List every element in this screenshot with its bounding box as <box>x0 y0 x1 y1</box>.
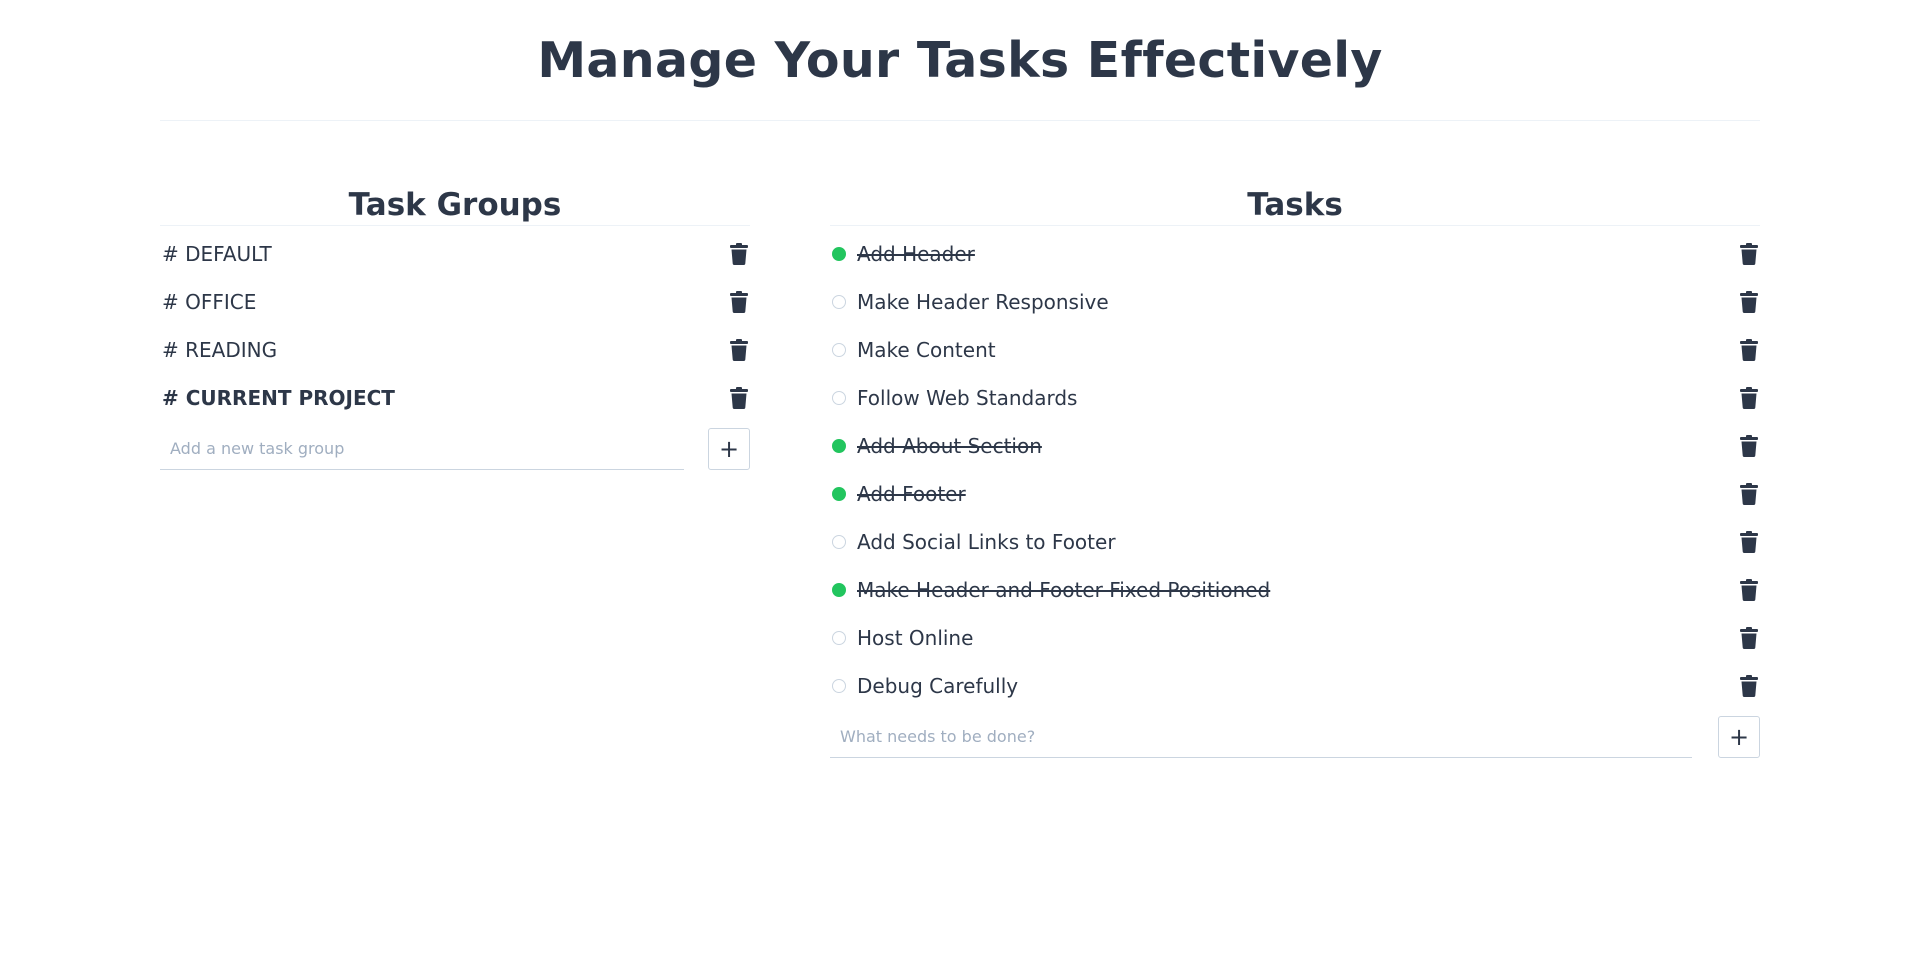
task-label: Make Header Responsive <box>857 290 1109 314</box>
task-item: Make Content <box>830 326 1760 374</box>
task-group-input[interactable] <box>160 428 684 470</box>
task-label: Host Online <box>857 626 974 650</box>
task-group-label[interactable]: # DEFAULT <box>162 242 272 266</box>
task-label: Follow Web Standards <box>857 386 1078 410</box>
trash-icon[interactable] <box>1740 627 1758 649</box>
task-label: Make Header and Footer Fixed Positioned <box>857 578 1271 602</box>
trash-icon[interactable] <box>1740 531 1758 553</box>
task-label: Add About Section <box>857 434 1042 458</box>
task-group-list: # DEFAULT # OFFICE # READING # CURRENT P… <box>160 230 750 470</box>
task-complete-toggle[interactable] <box>832 535 846 549</box>
trash-icon[interactable] <box>1740 675 1758 697</box>
trash-icon[interactable] <box>1740 579 1758 601</box>
task-item: Add Social Links to Footer <box>830 518 1760 566</box>
task-group-label[interactable]: # CURRENT PROJECT <box>162 386 395 410</box>
page-title: Manage Your Tasks Effectively <box>537 31 1383 89</box>
task-complete-toggle[interactable] <box>832 343 846 357</box>
add-task-group-button[interactable]: + <box>708 428 750 470</box>
task-group-label[interactable]: # OFFICE <box>162 290 256 314</box>
task-label: Add Social Links to Footer <box>857 530 1116 554</box>
main-columns: Task Groups # DEFAULT # OFFICE # READING… <box>160 187 1760 774</box>
add-task-button[interactable]: + <box>1718 716 1760 758</box>
task-label: Debug Carefully <box>857 674 1019 698</box>
task-group-item-active[interactable]: # CURRENT PROJECT <box>160 374 750 422</box>
trash-icon[interactable] <box>1740 291 1758 313</box>
trash-icon[interactable] <box>730 339 748 361</box>
tasks-title-text: Tasks <box>1247 187 1343 223</box>
task-label: Add Footer <box>857 482 966 506</box>
task-complete-toggle[interactable] <box>832 247 846 261</box>
trash-icon[interactable] <box>1740 435 1758 457</box>
task-item: Follow Web Standards <box>830 374 1760 422</box>
task-input[interactable] <box>830 716 1692 758</box>
task-complete-toggle[interactable] <box>832 295 846 309</box>
task-item: Add About Section <box>830 422 1760 470</box>
trash-icon[interactable] <box>730 387 748 409</box>
task-complete-toggle[interactable] <box>832 583 846 597</box>
task-item: Add Header <box>830 230 1760 278</box>
trash-icon[interactable] <box>1740 483 1758 505</box>
task-list: Add Header Make Header Responsive Make C… <box>830 230 1760 758</box>
trash-icon[interactable] <box>1740 387 1758 409</box>
app-container: Manage Your Tasks Effectively Task Group… <box>160 0 1760 774</box>
task-complete-toggle[interactable] <box>832 391 846 405</box>
plus-icon: + <box>1728 723 1750 751</box>
task-group-item[interactable]: # OFFICE <box>160 278 750 326</box>
task-item: Host Online <box>830 614 1760 662</box>
trash-icon[interactable] <box>1740 243 1758 265</box>
task-label: Add Header <box>857 242 975 266</box>
task-label: Make Content <box>857 338 996 362</box>
add-task-group-row: + <box>160 428 750 470</box>
task-groups-panel: Task Groups # DEFAULT # OFFICE # READING… <box>160 187 750 774</box>
task-item: Make Header Responsive <box>830 278 1760 326</box>
page-header: Manage Your Tasks Effectively <box>160 0 1760 121</box>
add-task-row: + <box>830 716 1760 758</box>
trash-icon[interactable] <box>1740 339 1758 361</box>
task-item: Add Footer <box>830 470 1760 518</box>
task-complete-toggle[interactable] <box>832 439 846 453</box>
task-group-item[interactable]: # READING <box>160 326 750 374</box>
trash-icon[interactable] <box>730 291 748 313</box>
task-complete-toggle[interactable] <box>832 631 846 645</box>
task-groups-title-text: Task Groups <box>348 187 562 223</box>
task-complete-toggle[interactable] <box>832 679 846 693</box>
task-group-item[interactable]: # DEFAULT <box>160 230 750 278</box>
task-item: Make Header and Footer Fixed Positioned <box>830 566 1760 614</box>
task-complete-toggle[interactable] <box>832 487 846 501</box>
tasks-title: Tasks <box>830 185 1760 226</box>
tasks-panel: Tasks Add Header Make Header Responsive … <box>830 187 1760 774</box>
task-item: Debug Carefully <box>830 662 1760 710</box>
plus-icon: + <box>718 435 740 463</box>
task-group-label[interactable]: # READING <box>162 338 277 362</box>
trash-icon[interactable] <box>730 243 748 265</box>
task-groups-title: Task Groups <box>160 185 750 226</box>
